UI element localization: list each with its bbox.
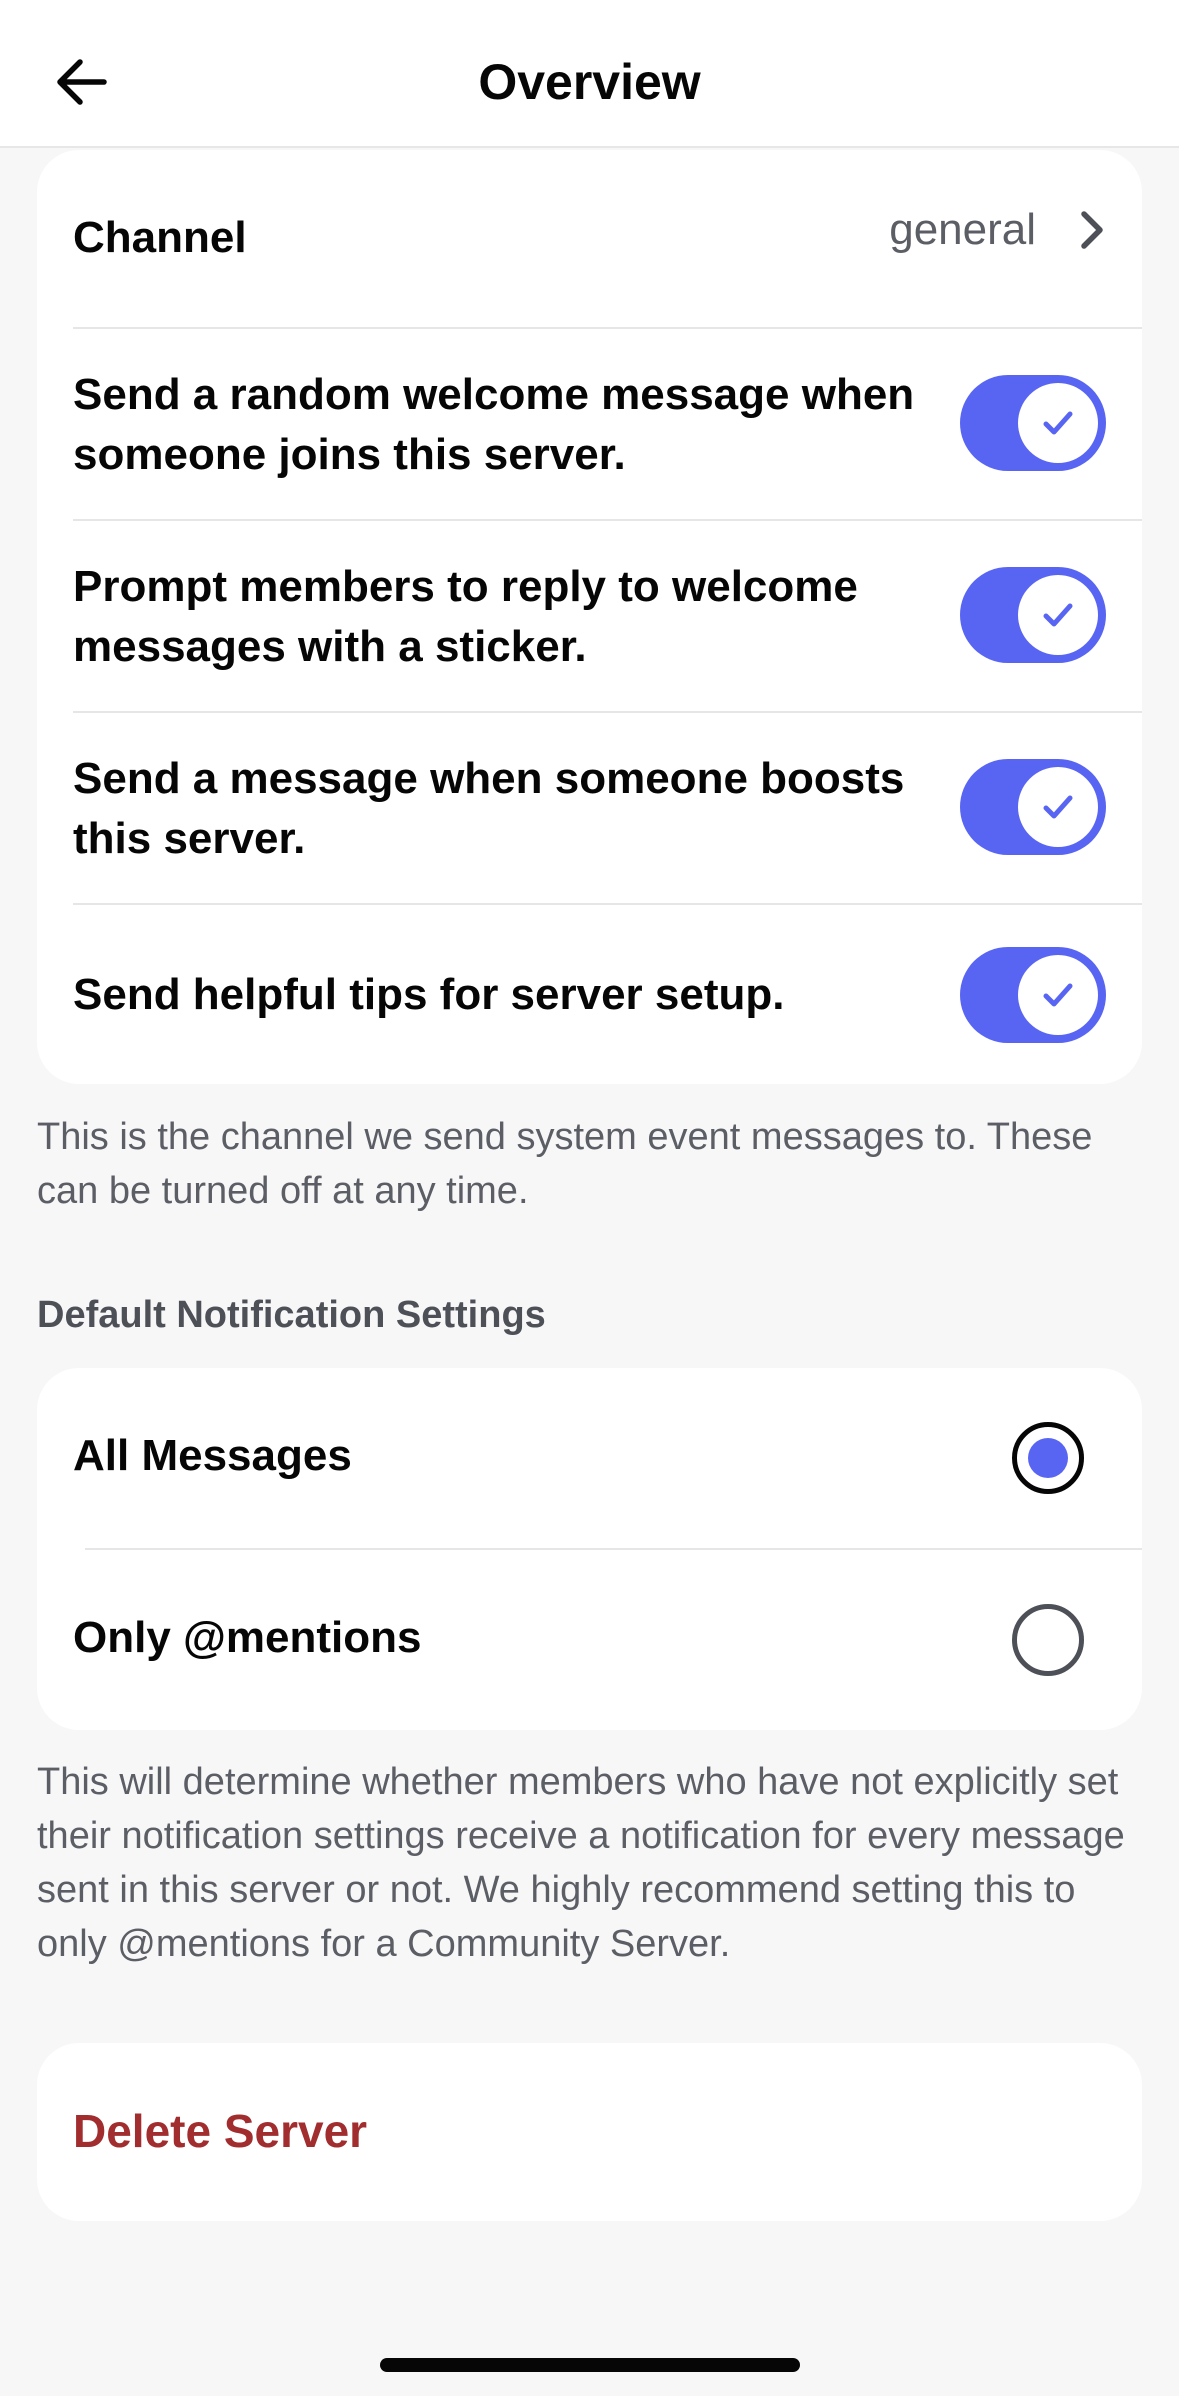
home-indicator xyxy=(380,2358,800,2372)
system-messages-helper-text: This is the channel we send system event… xyxy=(37,1116,1093,1212)
notification-settings-heading: Default Notification Settings xyxy=(37,1294,546,1336)
toggle-row-welcome-message: Send a random welcome message when someo… xyxy=(37,329,1142,519)
check-icon xyxy=(1043,603,1073,627)
radio-dot xyxy=(1028,1438,1068,1478)
check-icon xyxy=(1043,411,1073,435)
toggle-label-setup-tips: Send helpful tips for server setup. xyxy=(73,970,785,1019)
channel-row[interactable]: Channel general xyxy=(37,150,1142,328)
notification-helper-text: This will determine whether members who … xyxy=(37,1761,1125,1965)
system-messages-card: Channel general Send a random welcome me… xyxy=(37,150,1142,1084)
all-messages-radio[interactable] xyxy=(1012,1422,1084,1494)
toggle-row-sticker-reply: Prompt members to reply to welcome messa… xyxy=(37,521,1142,711)
toggle-label-sticker-reply: Prompt members to reply to welcome messa… xyxy=(73,562,858,671)
toggle-knob xyxy=(1018,383,1098,463)
toggle-label-boost-message: Send a message when someone boosts this … xyxy=(73,754,905,863)
notification-options-card: All Messages Only @mentions xyxy=(37,1368,1142,1730)
option-only-mentions[interactable]: Only @mentions xyxy=(37,1550,1142,1730)
option-label-only-mentions: Only @mentions xyxy=(73,1613,422,1662)
check-icon xyxy=(1043,983,1073,1007)
option-all-messages[interactable]: All Messages xyxy=(37,1368,1142,1548)
toggle-knob xyxy=(1018,955,1098,1035)
welcome-message-toggle[interactable] xyxy=(960,375,1106,471)
boost-message-toggle[interactable] xyxy=(960,759,1106,855)
channel-label: Channel xyxy=(73,213,247,262)
sticker-reply-toggle[interactable] xyxy=(960,567,1106,663)
only-mentions-radio[interactable] xyxy=(1012,1604,1084,1676)
chevron-right-icon xyxy=(1081,211,1103,249)
setup-tips-toggle[interactable] xyxy=(960,947,1106,1043)
delete-server-card: Delete Server xyxy=(37,2043,1142,2221)
top-bar: Overview xyxy=(0,0,1179,148)
check-icon xyxy=(1043,795,1073,819)
toggle-row-setup-tips: Send helpful tips for server setup. xyxy=(37,905,1142,1084)
toggle-knob xyxy=(1018,767,1098,847)
toggle-label-welcome-message: Send a random welcome message when someo… xyxy=(73,370,915,479)
option-label-all-messages: All Messages xyxy=(73,1431,352,1480)
page-title: Overview xyxy=(478,54,701,110)
delete-server-button[interactable]: Delete Server xyxy=(37,2043,1142,2221)
channel-value: general xyxy=(889,205,1036,254)
toggle-knob xyxy=(1018,575,1098,655)
delete-server-label: Delete Server xyxy=(73,2105,368,2157)
toggle-row-boost-message: Send a message when someone boosts this … xyxy=(37,713,1142,903)
